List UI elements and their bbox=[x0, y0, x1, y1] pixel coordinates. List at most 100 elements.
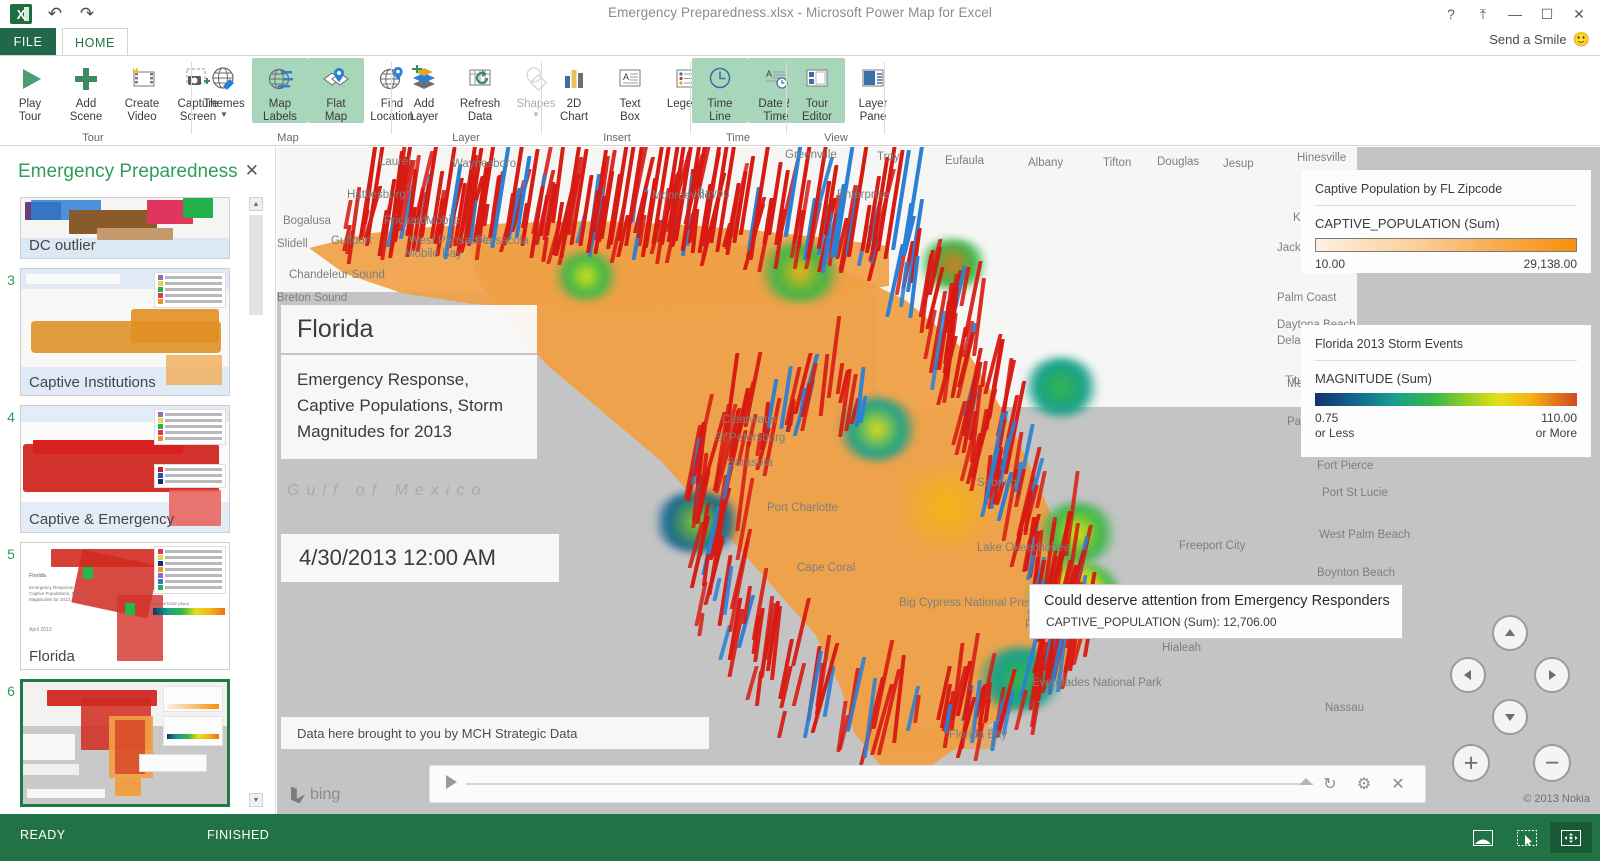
restore-icon[interactable]: ☐ bbox=[1532, 2, 1562, 26]
map-text-box-title[interactable]: Florida bbox=[281, 305, 537, 353]
map-place-label: Hinesville bbox=[1297, 152, 1346, 164]
timeline-track[interactable] bbox=[466, 783, 1313, 785]
play-tour-button[interactable]: Play Tour bbox=[2, 58, 58, 123]
map-place-label: Pensacola bbox=[475, 235, 529, 247]
map-text-box-body[interactable]: Emergency Response, Captive Populations,… bbox=[281, 355, 537, 459]
legend-color-bar-orange bbox=[1315, 238, 1577, 252]
themes-button[interactable]: Themes ▼ bbox=[196, 58, 252, 118]
timeline-control[interactable]: ↻ ⚙ ✕ bbox=[429, 765, 1426, 803]
refresh-data-button[interactable]: Refresh Data bbox=[452, 58, 508, 123]
map-place-label: Everglades National Park bbox=[1032, 677, 1162, 689]
legend-title: Captive Population by FL Zipcode bbox=[1315, 182, 1577, 196]
legend-max-value: 110.00 bbox=[1541, 411, 1577, 425]
map-date-time-box[interactable]: 4/30/2013 12:00 AM bbox=[281, 534, 559, 582]
text-box-button[interactable]: A Text Box bbox=[602, 58, 658, 123]
map-place-label: Gulf of Mexico bbox=[287, 482, 487, 500]
map-place-label: Eufaula bbox=[945, 155, 984, 167]
time-line-button[interactable]: Time Line bbox=[692, 58, 748, 123]
play-icon[interactable] bbox=[440, 774, 466, 795]
add-scene-icon bbox=[71, 61, 101, 97]
scene-list-scrollbar[interactable]: ▲ ▼ bbox=[249, 197, 263, 807]
map-place-label: Chandeleur Sound bbox=[289, 269, 385, 281]
map-text-box-source[interactable]: Data here brought to you by MCH Strategi… bbox=[281, 717, 709, 749]
legend-storm-magnitude[interactable]: Florida 2013 Storm Events MAGNITUDE (Sum… bbox=[1301, 325, 1591, 457]
legend-captive-population[interactable]: Captive Population by FL Zipcode CAPTIVE… bbox=[1301, 170, 1591, 273]
nav-right-arrow-icon[interactable] bbox=[1534, 657, 1570, 693]
divider bbox=[1315, 360, 1577, 361]
scene-thumbnail[interactable]: Captive & Emergency bbox=[20, 405, 230, 533]
list-item[interactable]: 3 bbox=[0, 268, 252, 396]
close-icon[interactable]: ✕ bbox=[1381, 774, 1415, 794]
gear-icon[interactable]: ⚙ bbox=[1347, 774, 1381, 794]
map-place-label: Breton Sound bbox=[277, 292, 347, 304]
text-box-label: Text Box bbox=[619, 98, 640, 123]
status-finished-label: FINISHED bbox=[207, 828, 269, 842]
map-body-text: Emergency Response, Captive Populations,… bbox=[297, 370, 503, 441]
list-item[interactable]: DC outlier bbox=[0, 197, 252, 259]
add-layer-button[interactable]: Add Layer bbox=[396, 58, 452, 123]
nav-left-arrow-icon[interactable] bbox=[1450, 657, 1486, 693]
scroll-down-arrow-icon[interactable]: ▼ bbox=[249, 793, 263, 807]
map-place-label: Slidell bbox=[277, 238, 308, 250]
tab-file[interactable]: FILE bbox=[0, 28, 56, 56]
selection-tool-icon[interactable] bbox=[1506, 822, 1548, 853]
zoom-in-icon[interactable]: + bbox=[1452, 744, 1490, 782]
status-bar: READY FINISHED bbox=[0, 814, 1600, 861]
zoom-out-icon[interactable]: − bbox=[1533, 744, 1571, 782]
data-point-tooltip: Could deserve attention from Emergency R… bbox=[1029, 584, 1403, 639]
chevron-down-icon: ▼ bbox=[532, 111, 540, 118]
scene-thumbnail[interactable]: DC outlier bbox=[20, 197, 230, 259]
close-icon[interactable]: ✕ bbox=[245, 161, 259, 181]
status-view-buttons bbox=[1462, 822, 1592, 853]
scroll-up-arrow-icon[interactable]: ▲ bbox=[249, 197, 263, 211]
thumbnail-map bbox=[23, 682, 227, 804]
timeline-thumb[interactable] bbox=[1299, 778, 1313, 785]
add-scene-label: Add Scene bbox=[70, 98, 103, 123]
map-place-label: Florida Bay bbox=[949, 729, 1007, 741]
scene-thumbnail[interactable]: Florida Emergency Response, Captive Popu… bbox=[20, 542, 230, 670]
flat-map-button[interactable]: Flat Map bbox=[308, 58, 364, 123]
map-place-label: Greenville bbox=[785, 149, 837, 161]
map-place-label: Mobile bbox=[426, 215, 460, 227]
create-video-button[interactable]: Create Video bbox=[114, 58, 170, 123]
scene-list[interactable]: DC outlier 3 bbox=[0, 197, 252, 807]
ribbon-group-time: Time Line A Date & Time Time bbox=[692, 56, 784, 146]
2d-chart-button[interactable]: 2D Chart bbox=[546, 58, 602, 123]
chevron-down-icon[interactable]: ▼ bbox=[220, 111, 228, 118]
scene-thumbnail[interactable]: Captive Institutions bbox=[20, 268, 230, 396]
map-place-label: Clearwater bbox=[722, 414, 778, 426]
nav-down-arrow-icon[interactable] bbox=[1492, 699, 1528, 735]
play-tour-label: Play Tour bbox=[19, 98, 41, 123]
ribbon-group-map-label: Map bbox=[196, 132, 380, 144]
scene-thumbnail-selected[interactable] bbox=[20, 679, 230, 807]
tour-editor-pane: Emergency Preparedness ✕ bbox=[0, 147, 276, 814]
pan-tool-icon[interactable] bbox=[1550, 822, 1592, 853]
help-icon[interactable]: ? bbox=[1436, 2, 1466, 26]
scene-number: 5 bbox=[2, 542, 20, 562]
add-scene-button[interactable]: Add Scene bbox=[58, 58, 114, 123]
tour-editor-button[interactable]: Tour Editor bbox=[789, 58, 845, 123]
reset-icon[interactable]: ↻ bbox=[1313, 774, 1347, 794]
tour-editor-label: Tour Editor bbox=[802, 98, 832, 123]
tab-home[interactable]: HOME bbox=[62, 28, 128, 56]
bing-label: bing bbox=[310, 786, 340, 804]
minimize-icon[interactable]: — bbox=[1500, 2, 1530, 26]
list-item[interactable]: 4 bbox=[0, 405, 252, 533]
ribbon: Play Tour Add Scene bbox=[0, 56, 1600, 146]
close-icon[interactable]: ✕ bbox=[1564, 2, 1594, 26]
layer-pane-button[interactable]: Layer Pane bbox=[845, 58, 901, 123]
themes-label: Themes bbox=[203, 98, 245, 111]
list-item[interactable]: 5 Florida Emergency Response, Captive Po… bbox=[0, 542, 252, 670]
tour-pane-title: Emergency Preparedness bbox=[18, 161, 238, 183]
map-canvas[interactable]: LaurelWaynesboroGreenvilleTroyEufaulaAlb… bbox=[277, 147, 1600, 814]
nav-up-arrow-icon[interactable] bbox=[1492, 615, 1528, 651]
legend-title: Florida 2013 Storm Events bbox=[1315, 337, 1577, 351]
scrollbar-thumb[interactable] bbox=[249, 215, 263, 315]
thumbnail-legend bbox=[154, 546, 226, 594]
scene-view-icon[interactable] bbox=[1462, 822, 1504, 853]
ribbon-group-view: Tour Editor Layer Pane View bbox=[789, 56, 883, 146]
ribbon-separator bbox=[391, 62, 392, 134]
ribbon-display-options-icon[interactable]: ⤒ bbox=[1468, 2, 1498, 26]
list-item[interactable]: 6 bbox=[0, 679, 252, 807]
map-labels-button[interactable]: Map Labels bbox=[252, 58, 308, 123]
